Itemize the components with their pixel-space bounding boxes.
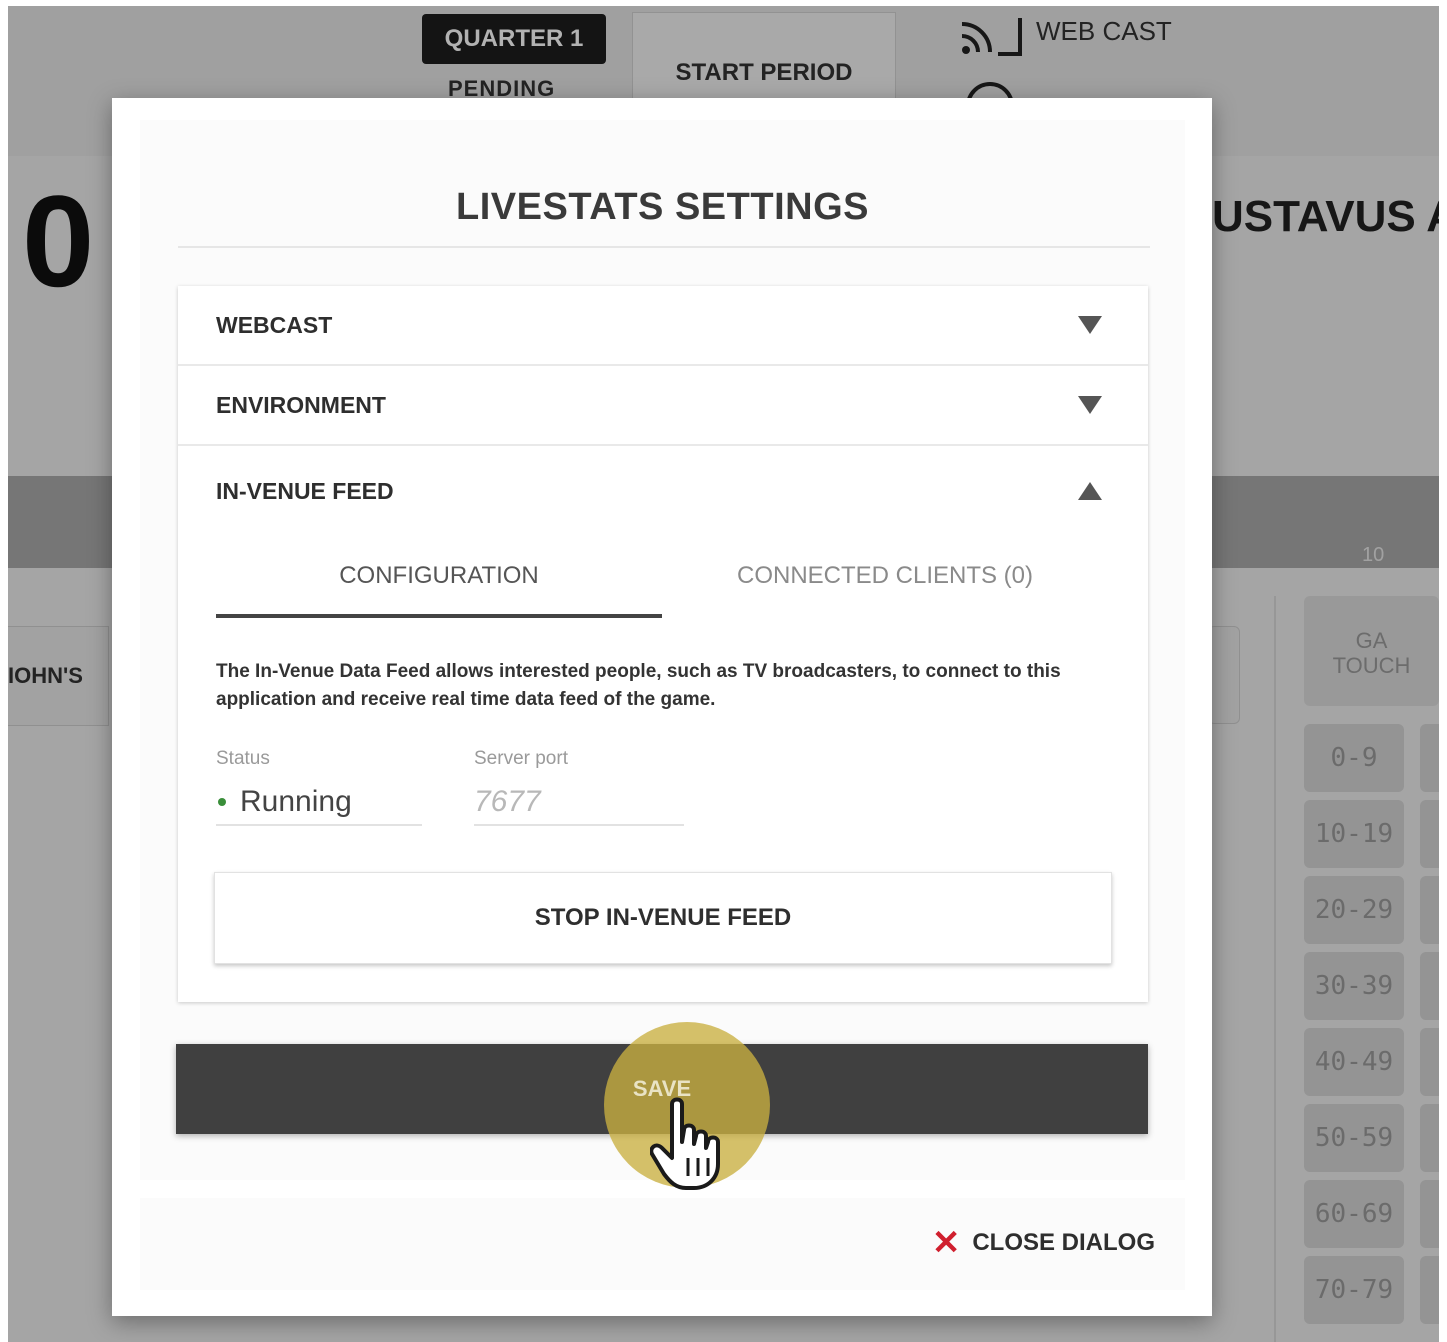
feed-description: The In-Venue Data Feed allows interested… [216,661,1061,710]
settings-accordion: WEBCAST ENVIRONMENT IN-VENUE FEED CONFIG… [178,286,1148,1002]
status-field: Status Running [216,748,422,826]
chevron-down-icon [1078,396,1102,414]
tab-connected-clients[interactable]: CONNECTED CLIENTS (0) [662,562,1108,612]
active-tab-indicator [216,614,662,618]
stop-in-venue-feed-button[interactable]: STOP IN-VENUE FEED [214,872,1112,964]
divider [178,246,1150,248]
close-icon: ✕ [931,1224,961,1262]
chevron-down-icon [1078,316,1102,334]
section-webcast[interactable]: WEBCAST [178,286,1148,364]
close-dialog-button[interactable]: ✕ CLOSE DIALOG [932,1226,1155,1260]
server-port-field: Server port 7677 [474,748,684,826]
dialog-title: LIVESTATS SETTINGS [456,186,869,228]
section-in-venue-feed[interactable]: IN-VENUE FEED [178,452,1148,530]
chevron-up-icon [1078,482,1102,500]
section-label: IN-VENUE FEED [216,477,394,504]
tab-configuration[interactable]: CONFIGURATION [216,562,662,612]
server-port-value: 7677 [474,780,684,826]
close-dialog-label: CLOSE DIALOG [972,1229,1155,1256]
status-label: Status [216,748,270,769]
divider [178,444,1148,446]
dialog-body: LIVESTATS SETTINGS WEBCAST ENVIRONMENT I… [140,120,1185,1190]
pointer-hand-icon [650,1097,720,1190]
section-environment[interactable]: ENVIRONMENT [178,366,1148,444]
server-port-label: Server port [474,748,568,769]
status-value: Running [240,785,352,818]
status-dot-icon [218,798,226,806]
save-button[interactable]: SAVE [176,1022,1148,1190]
status-value-box: Running [216,780,422,826]
section-label: WEBCAST [216,311,333,338]
dialog-footer: ✕ CLOSE DIALOG [140,1198,1185,1290]
section-label: ENVIRONMENT [216,391,386,418]
livestats-settings-dialog: LIVESTATS SETTINGS WEBCAST ENVIRONMENT I… [112,98,1212,1316]
